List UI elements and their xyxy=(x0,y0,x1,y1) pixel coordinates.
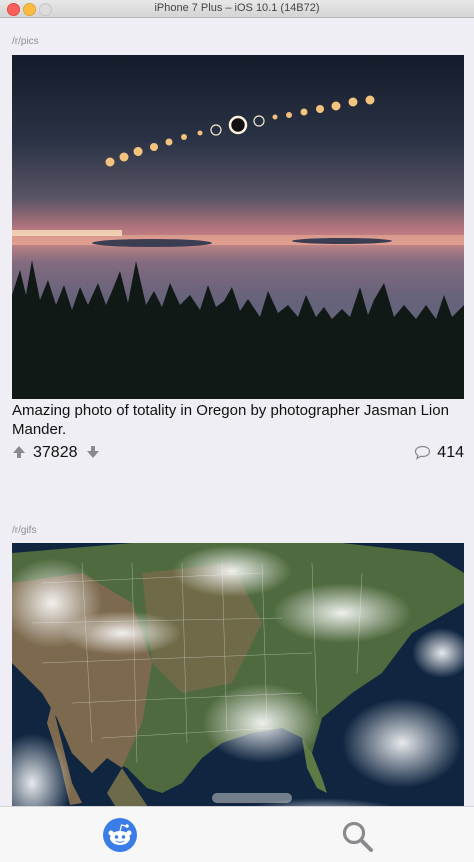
tab-bar xyxy=(0,806,474,862)
reddit-alien-icon[interactable] xyxy=(102,817,138,853)
post-image[interactable] xyxy=(12,543,464,806)
downvote-icon[interactable] xyxy=(86,445,100,459)
upvote-icon[interactable] xyxy=(12,445,26,459)
window-titlebar: iPhone 7 Plus – iOS 10.1 (14B72) xyxy=(0,0,474,18)
satellite-map-gif xyxy=(12,543,464,806)
post-title[interactable]: Amazing photo of totality in Oregon by p… xyxy=(12,401,464,439)
post-feed[interactable]: /r/pics Amazing photo of totality in Ore… xyxy=(0,18,474,806)
window-title: iPhone 7 Plus – iOS 10.1 (14B72) xyxy=(154,2,320,14)
comment-count[interactable]: 414 xyxy=(437,444,464,462)
post-image[interactable] xyxy=(12,55,464,399)
subreddit-label[interactable]: /r/pics xyxy=(12,36,39,47)
comment-bubble-icon[interactable] xyxy=(414,445,431,460)
post-actions: 37828 414 xyxy=(12,442,464,464)
eclipse-photo xyxy=(12,55,464,399)
subreddit-label[interactable]: /r/gifs xyxy=(12,525,36,536)
search-icon[interactable] xyxy=(340,819,374,853)
score-count: 37828 xyxy=(33,444,78,461)
